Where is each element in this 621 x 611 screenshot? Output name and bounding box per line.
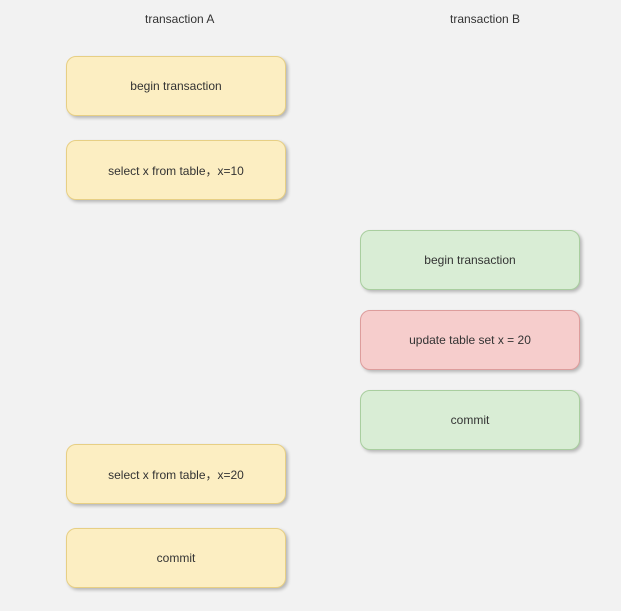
txa-commit-box: commit [66,528,286,588]
header-transaction-a: transaction A [145,12,214,26]
txb-begin-box: begin transaction [360,230,580,290]
txa-select2-box: select x from table，x=20 [66,444,286,504]
header-transaction-b: transaction B [450,12,520,26]
txa-begin-box: begin transaction [66,56,286,116]
txa-select1-box: select x from table，x=10 [66,140,286,200]
diagram-canvas: transaction A transaction B begin transa… [0,0,621,611]
txb-commit-box: commit [360,390,580,450]
txb-update-box: update table set x = 20 [360,310,580,370]
